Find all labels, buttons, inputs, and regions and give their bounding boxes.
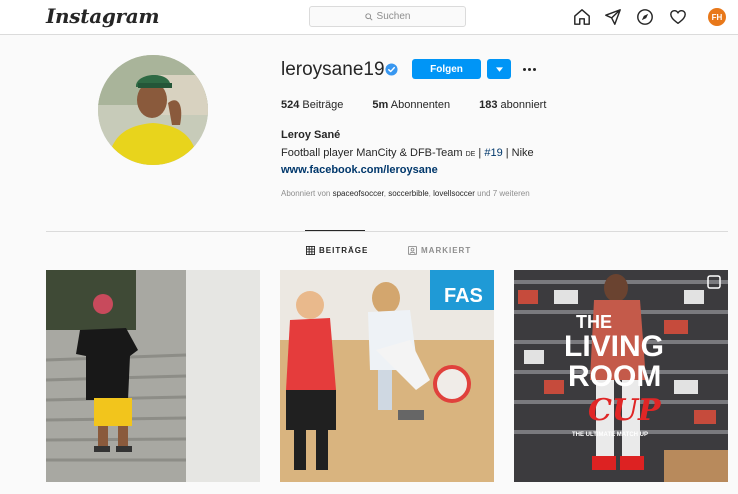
posts-label: Beiträge <box>302 99 344 111</box>
top-navigation-bar: Instagram Suchen FH <box>0 0 738 35</box>
active-tab-indicator <box>305 230 365 231</box>
posts-stat: 524 Beiträge <box>281 99 343 111</box>
more-dot-icon <box>522 67 526 71</box>
post-title-line: THE <box>576 312 612 332</box>
post-title-line: ROOM <box>568 360 661 393</box>
search-placeholder: Suchen <box>376 11 411 22</box>
following-count: 183 <box>479 99 498 111</box>
instagram-logo[interactable]: Instagram <box>46 4 160 28</box>
followers-stat[interactable]: 5m Abonnenten <box>372 99 450 111</box>
tagged-user-icon <box>408 246 417 255</box>
profile-username: leroysane19 <box>281 59 385 80</box>
following-stat[interactable]: 183 abonniert <box>479 99 546 111</box>
tab-posts-label: BEITRÄGE <box>319 246 369 255</box>
bio-hashtag-link[interactable]: #19 <box>484 147 502 159</box>
post-title-line: CUP <box>588 393 662 428</box>
followed-by-user-link[interactable]: soccerbible <box>388 189 428 198</box>
home-icon[interactable] <box>572 7 592 27</box>
profile-full-name: Leroy Sané <box>281 129 341 141</box>
search-input[interactable]: Suchen <box>309 6 466 27</box>
activity-heart-icon[interactable] <box>668 7 688 27</box>
followed-by-user-link[interactable]: spaceofsoccer <box>333 189 384 198</box>
bio-suffix: | Nike <box>502 147 534 159</box>
post-image: FAS <box>280 270 494 482</box>
post-title-line: LIVING <box>564 330 664 363</box>
profile-photo-image <box>98 55 208 165</box>
tab-tagged[interactable]: MARKIERT <box>408 246 471 255</box>
grid-icon <box>306 246 315 255</box>
tabs-divider <box>46 231 728 232</box>
follow-button[interactable]: Folgen <box>412 59 481 79</box>
followed-by-user-link[interactable]: lovellsoccer <box>433 189 475 198</box>
tab-posts[interactable]: BEITRÄGE <box>306 246 368 255</box>
post-subtitle: THE ULTIMATE MATCH UP <box>572 432 648 438</box>
more-dot-icon <box>527 67 531 71</box>
suggestions-dropdown-button[interactable] <box>487 59 511 79</box>
followers-label: Abonnenten <box>390 99 451 111</box>
profile-picture[interactable] <box>98 55 208 165</box>
tab-tagged-label: MARKIERT <box>421 246 472 255</box>
post-image: THE LIVING ROOM CUP THE ULTIMATE MATCH U… <box>514 270 728 482</box>
posts-count: 524 <box>281 99 300 111</box>
post-thumbnail[interactable] <box>46 270 260 482</box>
followers-count: 5m <box>372 99 389 111</box>
post-image <box>46 270 260 482</box>
direct-messages-icon[interactable] <box>603 7 623 27</box>
profile-bio: Football player ManCity & DFB-Team DE | … <box>281 147 534 159</box>
post-banner-text: FAS <box>444 285 483 307</box>
bio-text: Football player ManCity & DFB-Team <box>281 147 463 159</box>
more-dot-icon <box>532 67 536 71</box>
profile-website-link[interactable]: www.facebook.com/leroysane <box>281 164 438 176</box>
profile-stats: 524 Beiträge 5m Abonnenten 183 abonniert <box>281 99 575 111</box>
chevron-down-icon <box>495 66 503 72</box>
user-avatar[interactable]: FH <box>708 8 726 26</box>
following-label: abonniert <box>500 99 547 111</box>
search-icon <box>364 12 373 21</box>
verified-badge-icon <box>385 63 398 81</box>
followed-by-text: Abonniert von spaceofsoccer, soccerbible… <box>281 189 530 198</box>
post-thumbnail[interactable]: THE LIVING ROOM CUP THE ULTIMATE MATCH U… <box>514 270 728 482</box>
explore-compass-icon[interactable] <box>635 7 655 27</box>
post-thumbnail[interactable]: FAS <box>280 270 494 482</box>
followed-by-prefix: Abonniert von <box>281 189 331 198</box>
followed-by-suffix[interactable]: und 7 weiteren <box>477 189 529 198</box>
germany-flag-icon: DE <box>465 151 476 158</box>
bio-separator: | <box>475 147 485 159</box>
nav-icons: FH <box>574 7 738 27</box>
more-options-button[interactable] <box>520 60 538 78</box>
